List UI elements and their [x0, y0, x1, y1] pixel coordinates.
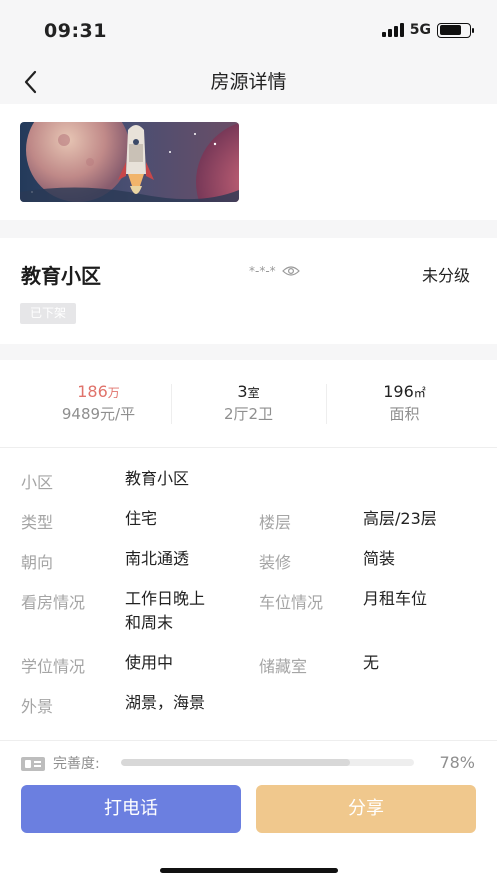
rocket-illustration [20, 122, 239, 202]
area-label: 面积 [389, 405, 420, 423]
area-stat: 196㎡ 面积 [322, 382, 487, 424]
storage-value: 无 [363, 653, 380, 672]
unit-price: 9489元/平 [61, 405, 136, 423]
floor-value: 高层/23层 [363, 509, 437, 528]
orientation-label: 朝向 [21, 553, 54, 572]
listing-header: 教育小区 *-*-* 未分级 已下架 [0, 238, 497, 344]
listing-cover-image[interactable] [20, 122, 239, 202]
eye-icon[interactable] [281, 265, 300, 277]
page-title: 房源详情 [210, 71, 287, 93]
community-value: 教育小区 [125, 469, 190, 488]
network-type: 5G [409, 22, 431, 38]
listing-name: 教育小区 [21, 264, 101, 288]
status-badge: 已下架 [20, 303, 77, 324]
masked-contact-text: *-*-* [249, 264, 276, 278]
floor-label: 楼层 [259, 513, 292, 532]
area-value: 196㎡ [383, 382, 426, 401]
key-stats: 186万 9489元/平 3室 2厅2卫 196㎡ 面积 [0, 360, 497, 448]
completeness-progress-fill [121, 759, 350, 766]
decoration-label: 装修 [259, 553, 292, 572]
masked-contact[interactable]: *-*-* [249, 264, 300, 278]
total-price: 186万 [77, 382, 120, 401]
grade-label: 未分级 [421, 266, 470, 285]
orientation-value: 南北通透 [125, 549, 190, 568]
status-time: 09:31 [44, 20, 107, 42]
community-label: 小区 [21, 473, 54, 492]
decoration-value: 简装 [363, 549, 396, 568]
bottom-action-bar: 完善度: 78% 打电话 分享 [0, 740, 497, 883]
profile-card-icon [21, 757, 45, 771]
parking-label: 车位情况 [259, 593, 324, 612]
viewing-value-line-2: 和周末 [125, 613, 174, 632]
share-button[interactable]: 分享 [256, 785, 476, 833]
viewing-label: 看房情况 [21, 593, 86, 612]
school-value: 使用中 [125, 653, 174, 672]
listing-details: 186万 9489元/平 3室 2厅2卫 196㎡ 面积 小区 教育小区 类型 … [0, 360, 497, 740]
call-button[interactable]: 打电话 [21, 785, 241, 833]
completeness-percent: 78% [439, 753, 475, 772]
parking-value: 月租车位 [363, 589, 428, 608]
price-stat: 186万 9489元/平 [16, 382, 181, 424]
view-value: 湖景，海景 [125, 693, 206, 712]
type-value: 住宅 [125, 509, 158, 528]
home-indicator [160, 868, 338, 873]
type-label: 类型 [21, 513, 54, 532]
completeness-progress [121, 759, 414, 766]
storage-label: 储藏室 [259, 657, 308, 676]
viewing-value-line-1: 工作日晚上 [125, 589, 206, 608]
status-bar: 09:31 5G [0, 0, 497, 62]
view-label: 外景 [21, 697, 54, 716]
battery-icon [437, 22, 474, 38]
room-count: 3室 [237, 382, 260, 401]
layout-stat: 3室 2厅2卫 [166, 382, 331, 424]
room-layout: 2厅2卫 [223, 405, 274, 423]
school-label: 学位情况 [21, 657, 86, 676]
signal-icon [381, 23, 404, 37]
image-section [0, 104, 497, 220]
completeness-label: 完善度: [53, 756, 100, 772]
nav-bar: 房源详情 [0, 62, 497, 104]
status-indicators: 5G [381, 22, 474, 38]
